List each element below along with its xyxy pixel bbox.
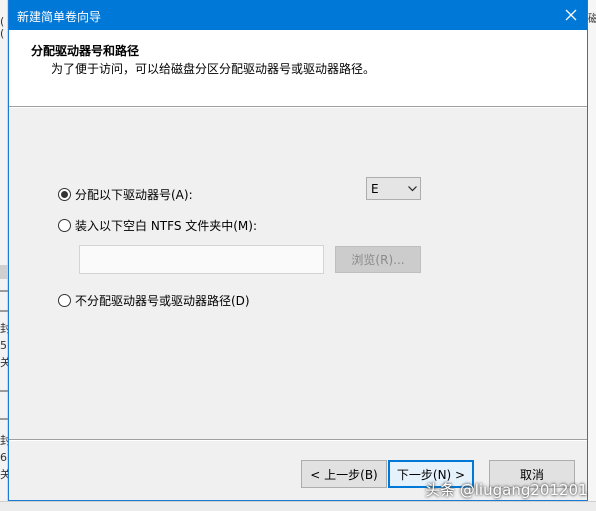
background-divider: [0, 390, 8, 392]
background-divider: [0, 418, 8, 420]
page-description: 为了便于访问，可以给磁盘分区分配驱动器号或驱动器路径。: [51, 62, 376, 76]
chevron-down-icon[interactable]: [404, 178, 420, 199]
wizard-header: 分配驱动器号和路径 为了便于访问，可以给磁盘分区分配驱动器号或驱动器路径。: [9, 30, 587, 106]
header-divider: [9, 106, 587, 108]
background-text-fragment: (: [0, 27, 5, 40]
radio-unselected-icon[interactable]: [58, 219, 71, 232]
assign-drive-letter-label: 分配以下驱动器号(A):: [75, 188, 193, 202]
background-scrollbar: [0, 265, 8, 279]
mount-ntfs-folder-radio[interactable]: 装入以下空白 NTFS 文件夹中(M):: [58, 217, 257, 234]
radio-unselected-icon[interactable]: [58, 294, 71, 307]
back-button[interactable]: < 上一步(B): [301, 460, 387, 488]
background-text-fragment: 5: [0, 339, 7, 352]
background-text-fragment: 6: [0, 451, 7, 464]
browse-button[interactable]: 浏览(R)...: [335, 246, 421, 273]
radio-selected-icon[interactable]: [58, 188, 71, 201]
do-not-assign-radio[interactable]: 不分配驱动器号或驱动器路径(D): [58, 292, 250, 309]
folder-path-input[interactable]: [79, 245, 324, 274]
assign-drive-letter-radio[interactable]: 分配以下驱动器号(A):: [58, 186, 193, 203]
background-divider: [0, 290, 8, 292]
title-bar[interactable]: 新建简单卷向导: [9, 0, 587, 30]
background-text-fragment: 磁: [588, 12, 596, 25]
page-heading: 分配驱动器号和路径: [31, 44, 140, 58]
new-simple-volume-wizard-dialog: 新建简单卷向导 分配驱动器号和路径 为了便于访问，可以给磁盘分区分配驱动器号或驱…: [8, 0, 588, 501]
watermark-text: 头条 @liugang201201: [425, 481, 588, 499]
footer-divider: [9, 439, 587, 441]
background-divider: [0, 310, 8, 312]
mount-ntfs-folder-label: 装入以下空白 NTFS 文件夹中(M):: [75, 219, 258, 233]
background-app-right-edge: 磁: [588, 0, 596, 511]
background-app-left-edge: ( ( 封 5 关 封 6 关: [0, 0, 11, 511]
background-app-bottom-edge: [0, 501, 596, 511]
close-icon[interactable]: [555, 0, 587, 30]
drive-letter-select[interactable]: E: [366, 177, 421, 200]
do-not-assign-label: 不分配驱动器号或驱动器路径(D): [75, 294, 250, 308]
drive-letter-value: E: [371, 181, 379, 196]
window-title: 新建简单卷向导: [17, 10, 102, 24]
